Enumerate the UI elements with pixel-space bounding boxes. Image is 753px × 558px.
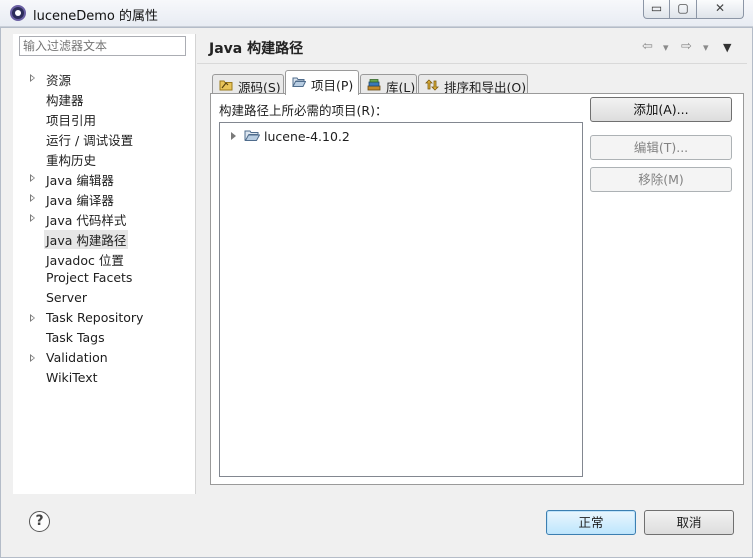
sidebar-item-label: 重构历史 (46, 153, 97, 168)
back-arrow-icon[interactable]: ⇦ (642, 39, 653, 54)
sidebar-item[interactable]: 资源 (13, 68, 193, 88)
minimize-button[interactable]: ▭ (643, 0, 670, 19)
sidebar-item[interactable]: 重构历史 (13, 148, 193, 168)
sidebar-item[interactable]: 运行 / 调试设置 (13, 128, 193, 148)
add-button[interactable]: 添加(A)... (590, 97, 732, 122)
help-icon[interactable]: ? (29, 511, 50, 532)
expand-arrow-icon[interactable] (30, 314, 35, 322)
sidebar-item[interactable]: Javadoc 位置 (13, 248, 193, 268)
tab-order-export[interactable]: 排序和导出(O) (418, 74, 528, 95)
project-folder-icon (292, 77, 306, 87)
title-bar: luceneDemo 的属性 ▭ ▢ ✕ (0, 0, 753, 27)
sidebar-item-label: Java 构建路径 (44, 230, 129, 249)
edit-button[interactable]: 编辑(T)... (590, 135, 732, 160)
tab-projects-label: 项目(P) (311, 78, 354, 93)
sidebar-item-label: Task Tags (46, 330, 105, 345)
sidebar-item-label: Java 代码样式 (46, 213, 127, 228)
page-title: Java 构建路径 (209, 41, 304, 57)
sidebar-item[interactable]: Project Facets (13, 268, 193, 288)
sidebar-item[interactable]: Java 代码样式 (13, 208, 193, 228)
tab-libraries[interactable]: 库(L) (360, 74, 417, 95)
sidebar-item-label: Java 编辑器 (46, 173, 114, 188)
order-export-icon (425, 79, 439, 91)
sidebar-item[interactable]: Task Repository (13, 308, 193, 328)
forward-dropdown-icon[interactable]: ▾ (703, 41, 709, 54)
sidebar-item-label: WikiText (46, 370, 98, 385)
sidebar-item[interactable]: Server (13, 288, 193, 308)
title-separator (197, 63, 747, 64)
main-panel: Java 构建路径 ⇦ ▾ ⇨ ▾ ▼ 源码(S) 项目(P) 库(L) 排序和… (197, 34, 747, 494)
sidebar-item-label: Java 编译器 (46, 193, 114, 208)
expand-arrow-icon[interactable] (30, 74, 35, 82)
library-icon (367, 79, 381, 91)
close-button[interactable]: ✕ (696, 0, 744, 19)
sidebar-item-label: Validation (46, 350, 108, 365)
sidebar-item-label: 项目引用 (46, 113, 97, 128)
window-title: luceneDemo 的属性 (33, 9, 158, 24)
tab-panel-projects: 构建路径上所必需的项目(R)： lucene-4.10.2 添加(A)... 编… (210, 93, 744, 485)
project-folder-icon (244, 130, 260, 141)
ok-button[interactable]: 正常 (546, 510, 636, 535)
required-projects-label: 构建路径上所必需的项目(R)： (219, 103, 388, 118)
dialog-frame: 资源构建器项目引用运行 / 调试设置重构历史 Java 编辑器 Java 编译器 Ja… (0, 27, 753, 558)
sidebar-item-label: Javadoc 位置 (46, 253, 124, 268)
remove-button[interactable]: 移除(M) (590, 167, 732, 192)
expand-arrow-icon[interactable] (30, 214, 35, 222)
view-menu-icon[interactable]: ▼ (723, 41, 731, 54)
project-name: lucene-4.10.2 (264, 129, 350, 144)
sidebar-item[interactable]: Java 编辑器 (13, 168, 193, 188)
filter-input[interactable] (19, 36, 186, 56)
sidebar: 资源构建器项目引用运行 / 调试设置重构历史 Java 编辑器 Java 编译器 Ja… (13, 34, 196, 494)
sidebar-item-label: 构建器 (46, 93, 84, 108)
expand-arrow-icon[interactable] (30, 194, 35, 202)
tab-source[interactable]: 源码(S) (212, 74, 284, 95)
sidebar-item-label: 资源 (46, 73, 72, 88)
sidebar-item[interactable]: Validation (13, 348, 193, 368)
expand-arrow-icon[interactable] (30, 354, 35, 362)
sidebar-item-label: Task Repository (46, 310, 144, 325)
expand-arrow-icon[interactable] (30, 174, 35, 182)
list-item[interactable]: lucene-4.10.2 (220, 127, 520, 145)
sidebar-item[interactable]: 构建器 (13, 88, 193, 108)
sidebar-item[interactable]: Task Tags (13, 328, 193, 348)
source-folder-icon (219, 80, 233, 91)
sidebar-item-label: 运行 / 调试设置 (46, 133, 134, 148)
sidebar-item-label: Project Facets (46, 270, 133, 285)
forward-arrow-icon[interactable]: ⇨ (681, 39, 692, 54)
projects-list[interactable]: lucene-4.10.2 (219, 122, 583, 477)
sidebar-item[interactable]: Java 编译器 (13, 188, 193, 208)
sidebar-item-label: Server (46, 290, 87, 305)
back-dropdown-icon[interactable]: ▾ (663, 41, 669, 54)
sidebar-item[interactable]: 项目引用 (13, 108, 193, 128)
tab-projects[interactable]: 项目(P) (285, 70, 359, 95)
sidebar-item[interactable]: WikiText (13, 368, 193, 388)
maximize-button[interactable]: ▢ (669, 0, 697, 19)
expand-arrow-icon[interactable] (231, 132, 236, 140)
sidebar-item[interactable]: Java 构建路径 (13, 228, 193, 249)
eclipse-icon (10, 5, 26, 21)
cancel-button[interactable]: 取消 (644, 510, 734, 535)
